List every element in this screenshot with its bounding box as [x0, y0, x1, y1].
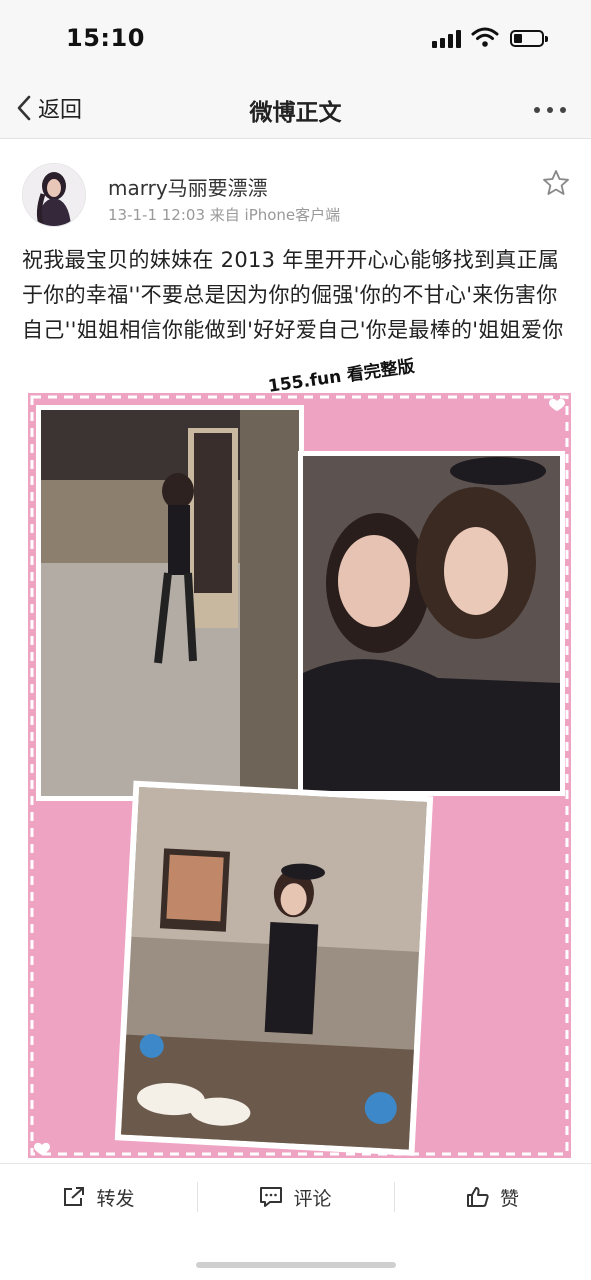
signal-icon: [432, 30, 462, 48]
wifi-icon: [471, 27, 499, 47]
status-time: 15:10: [66, 24, 145, 52]
star-icon[interactable]: [541, 168, 571, 198]
like-button[interactable]: 赞: [394, 1164, 591, 1230]
post-image[interactable]: [28, 393, 571, 1158]
like-label: 赞: [499, 1187, 519, 1210]
comment-button[interactable]: 评论: [197, 1164, 394, 1230]
status-bar: 15:10: [0, 0, 591, 80]
repost-label: 转发: [96, 1187, 135, 1210]
comment-label: 评论: [293, 1187, 332, 1210]
comment-icon: [260, 1187, 283, 1207]
image-watermark: 155.fun 看完整版: [266, 356, 416, 397]
action-bar: 转发 评论 赞: [0, 1163, 591, 1230]
username[interactable]: marry马丽要漂漂: [108, 172, 268, 201]
more-icon[interactable]: [530, 104, 570, 116]
post-text: 祝我最宝贝的妹妹在 2013 年里开开心心能够找到真正属于你的幸福''不要总是因…: [22, 248, 564, 342]
repost-button[interactable]: 转发: [0, 1164, 197, 1230]
post-meta: 13-1-1 12:03 来自 iPhone客户端: [108, 206, 341, 224]
avatar[interactable]: [22, 163, 86, 227]
home-indicator[interactable]: [196, 1262, 396, 1268]
battery-icon: [510, 30, 548, 47]
nav-bar: 返回 微博正文: [0, 80, 591, 139]
page-title: 微博正文: [249, 100, 342, 126]
like-icon: [466, 1187, 489, 1207]
repost-icon: [64, 1187, 85, 1206]
